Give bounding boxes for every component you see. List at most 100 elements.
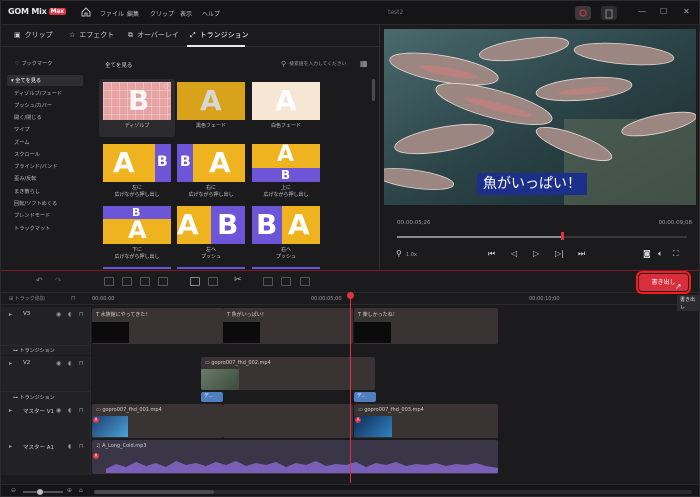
- tool-icon[interactable]: [263, 277, 273, 286]
- collapse-icon[interactable]: ▸: [9, 407, 12, 414]
- collapse-icon[interactable]: ▸: [9, 360, 12, 367]
- category-scroll[interactable]: スクロール: [14, 151, 40, 158]
- category-distort[interactable]: 歪み/反転: [14, 175, 37, 182]
- zoom-icon[interactable]: ⚲: [396, 249, 402, 258]
- category-push[interactable]: プッシュ/カバー: [14, 102, 52, 109]
- timeline-scroll-thumb[interactable]: [94, 490, 214, 494]
- category-rotate[interactable]: 回転/ソフトめくる: [14, 200, 57, 207]
- menu-file[interactable]: ファイル: [100, 9, 124, 18]
- speaker-icon[interactable]: ◖: [68, 443, 71, 450]
- playhead-handle[interactable]: [347, 292, 354, 299]
- minimize-icon[interactable]: —: [638, 7, 646, 16]
- tab-effect[interactable]: ☆ エフェクト: [69, 30, 114, 40]
- category-scatter[interactable]: まき散らし: [14, 188, 40, 195]
- speaker-icon[interactable]: ◖: [68, 407, 71, 414]
- home-icon[interactable]: [80, 6, 92, 18]
- tool-icon[interactable]: [158, 277, 168, 286]
- category-zoom[interactable]: ズーム: [14, 139, 29, 146]
- zoom-out-icon[interactable]: ⊖: [11, 487, 16, 494]
- transition-thumb-push-to-left[interactable]: A B: [177, 206, 245, 244]
- transition-thumb-push-right[interactable]: B A: [177, 144, 245, 182]
- volume-icon[interactable]: 🔈︎: [658, 249, 663, 259]
- snapshot-icon[interactable]: ◙: [643, 249, 651, 258]
- maximize-icon[interactable]: ☐: [660, 7, 667, 16]
- fullscreen-icon[interactable]: ⛶: [673, 249, 679, 259]
- collapse-icon[interactable]: ▸: [9, 443, 12, 450]
- category-all[interactable]: ▾ 全てを見る: [11, 77, 41, 84]
- lock-icon[interactable]: ⊓: [79, 443, 84, 450]
- close-icon[interactable]: ✕: [683, 7, 690, 16]
- magnet-icon[interactable]: ⊓: [71, 295, 76, 302]
- grid-view-icon[interactable]: ▦: [360, 59, 368, 68]
- video-preview[interactable]: 魚がいっぱい！: [384, 29, 696, 205]
- search-input[interactable]: 検索語を入力してください: [289, 60, 346, 67]
- zoom-slider[interactable]: [23, 491, 63, 493]
- transition-thumb-white-fade[interactable]: A: [252, 82, 320, 120]
- timeline-scrollbar[interactable]: [94, 490, 692, 494]
- tool-icon[interactable]: [140, 277, 150, 286]
- lock-icon[interactable]: ⊓: [79, 360, 84, 367]
- collapse-icon[interactable]: ▸: [9, 311, 12, 318]
- category-open-close[interactable]: 開く/閉じる: [14, 114, 42, 121]
- audio-clip[interactable]: ♫ A_Long_Cold.mp3 A: [92, 440, 498, 474]
- category-blind[interactable]: ブラインド/バンド: [14, 163, 58, 170]
- heart-icon[interactable]: ♡: [163, 83, 169, 91]
- transition-thumb-push-to-right[interactable]: B A: [252, 206, 320, 244]
- fit-icon[interactable]: ⌂: [79, 487, 83, 494]
- seek-handle[interactable]: [561, 232, 565, 240]
- lock-icon[interactable]: ⊓: [79, 311, 84, 318]
- category-dissolve[interactable]: ディゾルブ/フェード: [14, 90, 62, 97]
- tab-transition[interactable]: ⤢ トランジション: [190, 30, 249, 40]
- eye-icon[interactable]: ◉: [56, 360, 61, 367]
- add-track-button[interactable]: ⊞ トラック追加: [9, 295, 45, 302]
- skip-start-icon[interactable]: ⏮: [488, 249, 495, 259]
- transition-thumb-push-up[interactable]: A B: [252, 144, 320, 182]
- video-clip[interactable]: ▭ gopro007_fhd_002.mp4: [201, 357, 375, 390]
- tab-overlay[interactable]: ⧉ オーバーレイ: [128, 30, 179, 40]
- seek-bar[interactable]: [397, 232, 687, 240]
- menu-clip[interactable]: クリップ: [150, 9, 174, 18]
- timeline-playhead[interactable]: [350, 293, 351, 483]
- tool-icon[interactable]: [104, 277, 114, 286]
- search-box[interactable]: ⚲ 検索語を入力してください: [281, 58, 359, 69]
- transition-thumb-dissolve[interactable]: B ♡: [103, 82, 171, 120]
- play-icon[interactable]: ▷: [533, 249, 539, 258]
- scissors-icon[interactable]: ✂: [234, 275, 242, 285]
- eye-icon[interactable]: ◉: [56, 311, 61, 318]
- menu-edit[interactable]: 編集: [127, 9, 139, 18]
- tool-icon[interactable]: [122, 277, 132, 286]
- redo-icon[interactable]: ↷: [55, 276, 62, 285]
- undo-icon[interactable]: ↶: [36, 276, 43, 285]
- zoom-in-icon[interactable]: ⊕: [67, 487, 72, 494]
- transition-thumb-push-left[interactable]: A B: [103, 144, 171, 182]
- transition-marker[interactable]: デ...: [354, 392, 376, 402]
- zoom-slider-handle[interactable]: [37, 489, 43, 495]
- tool-icon[interactable]: [208, 277, 218, 286]
- tab-clip[interactable]: ▣ クリップ: [14, 30, 53, 40]
- grid-scrollbar[interactable]: [372, 79, 375, 101]
- bookmark-item[interactable]: ♡ ブックマーク: [15, 60, 52, 67]
- tool-icon[interactable]: [300, 277, 310, 286]
- speaker-icon[interactable]: ◖: [68, 360, 71, 367]
- eye-icon[interactable]: ◉: [56, 407, 61, 414]
- menu-view[interactable]: 表示: [180, 9, 192, 18]
- account-button[interactable]: [575, 6, 591, 20]
- prev-frame-icon[interactable]: ◁: [511, 249, 517, 258]
- title-clip[interactable]: T 楽しかったね！: [354, 308, 498, 344]
- menu-help[interactable]: ヘルプ: [202, 9, 220, 18]
- speaker-icon[interactable]: ◖: [68, 311, 71, 318]
- store-button[interactable]: [601, 6, 617, 20]
- video-clip[interactable]: ▭ gopro007_fhd_003.mp4 A: [354, 404, 498, 438]
- video-clip-continuation[interactable]: [223, 404, 353, 438]
- category-wipe[interactable]: ワイプ: [14, 126, 30, 133]
- transition-marker[interactable]: デ...: [201, 392, 223, 402]
- crop-icon[interactable]: [190, 277, 200, 286]
- next-frame-icon[interactable]: ▷|: [555, 249, 564, 258]
- skip-end-icon[interactable]: ⏭: [578, 249, 585, 259]
- tool-icon[interactable]: [281, 277, 291, 286]
- title-clip[interactable]: T 水族館にやってきた！: [92, 308, 223, 344]
- transition-thumb-black-fade[interactable]: A: [177, 82, 245, 120]
- lock-icon[interactable]: ⊓: [79, 407, 84, 414]
- category-trackmatte[interactable]: トラックマット: [14, 225, 50, 232]
- title-clip[interactable]: T 魚がいっぱい！: [223, 308, 353, 344]
